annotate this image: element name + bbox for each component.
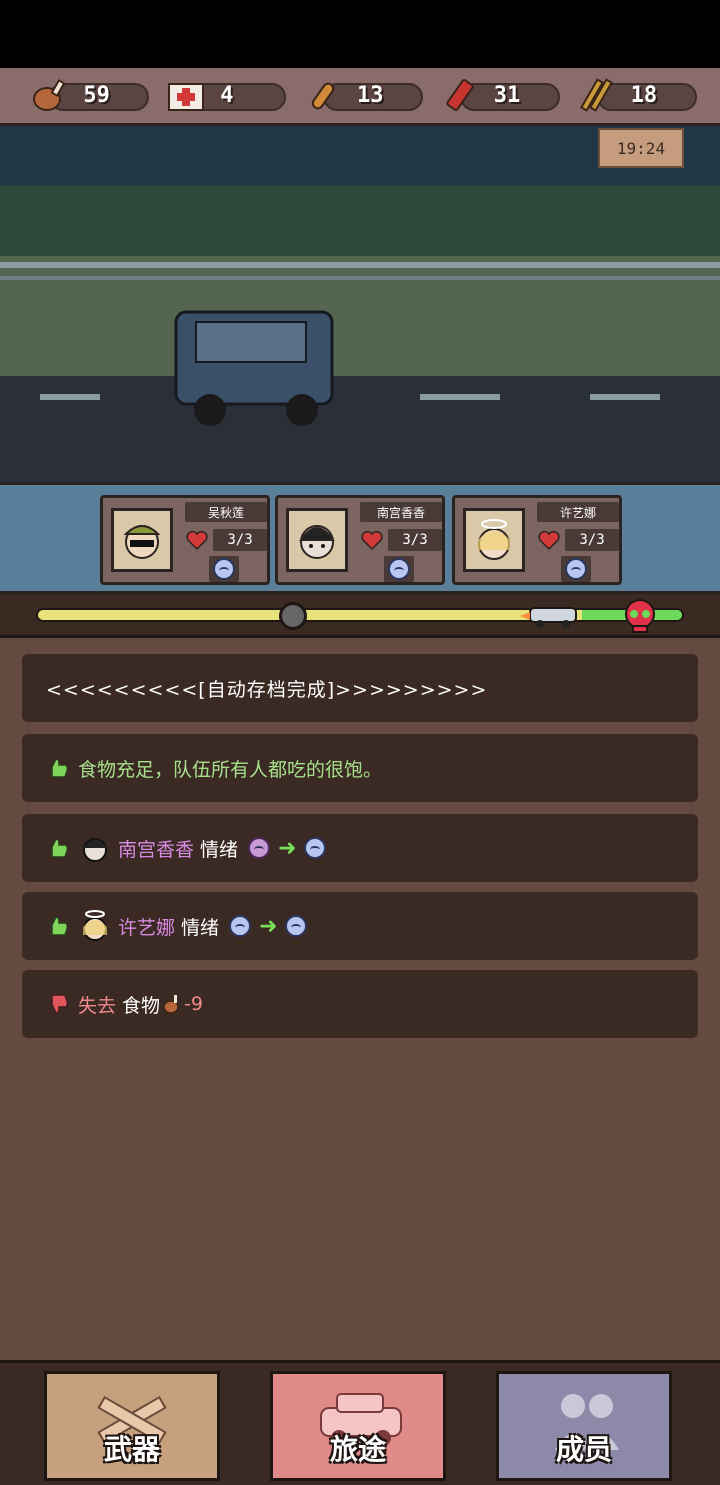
arrow-right-icon: ➜ — [278, 835, 297, 861]
mood-label: 情绪 — [200, 838, 239, 861]
members-label: 成员 — [555, 1433, 612, 1466]
loss-item: 食物 — [122, 994, 161, 1017]
member-name: 南宫香香 — [360, 502, 442, 522]
member-portrait — [463, 508, 525, 572]
rain-and-car-art — [0, 262, 720, 426]
sad-face-icon — [209, 556, 239, 582]
car-icon — [520, 607, 577, 628]
weapons-button[interactable]: 武器 — [44, 1371, 220, 1481]
resource-food: 59 — [27, 78, 150, 113]
leader-avatar-icon — [123, 525, 161, 559]
thumbs-down-icon — [51, 994, 69, 1014]
road-scene — [0, 126, 720, 482]
helmet-avatar-icon — [83, 838, 107, 862]
heart-icon — [186, 530, 208, 551]
bullet-count: 13 — [356, 83, 384, 108]
member-hp-value: 3/3 — [565, 529, 619, 551]
rifle-ammo-icon — [575, 73, 621, 119]
members-button[interactable]: 成员 — [496, 1371, 672, 1481]
food-count: 59 — [83, 83, 110, 108]
heart-icon — [361, 530, 383, 551]
member-name: 南宫香香 — [118, 838, 195, 861]
sad-face-icon — [285, 915, 308, 937]
journey-progress — [0, 594, 720, 638]
medkit-icon — [164, 73, 210, 119]
member-hp-value: 3/3 — [213, 529, 267, 551]
mood-label: 情绪 — [181, 916, 220, 939]
progress-track — [36, 608, 684, 622]
resource-medkit: 4 — [164, 79, 287, 113]
angel-avatar-icon — [83, 910, 107, 941]
loss-value: -9 — [184, 993, 203, 1015]
loss-label: 失去 — [78, 994, 117, 1017]
helmet-avatar-icon — [299, 525, 335, 559]
thumbs-up-icon — [51, 758, 69, 778]
sad-face-icon — [229, 915, 252, 937]
heart-icon — [538, 530, 560, 551]
meat-icon — [163, 995, 179, 1014]
log-entry: 南宫香香 情绪 ➜ — [22, 814, 698, 882]
journey-button[interactable]: 旅途 — [270, 1371, 446, 1481]
autosave-text: <<<<<<<<<[自动存档完成]>>>>>>>>> — [46, 678, 488, 701]
member-hp: 3/3 — [185, 528, 267, 552]
medkit-count: 4 — [220, 83, 234, 108]
member-name: 许艺娜 — [118, 916, 176, 939]
member-hp-value: 3/3 — [388, 529, 442, 551]
sad-face-icon — [384, 556, 414, 582]
party-panel: 吴秋莲 3/3 南宫香香 3/3 许艺娜 3/3 — [0, 482, 720, 594]
thumbs-up-icon — [51, 916, 69, 936]
weapons-label: 武器 — [103, 1433, 160, 1466]
event-log: <<<<<<<<<[自动存档完成]>>>>>>>>> 食物充足，队伍所有人都吃的… — [0, 638, 720, 1360]
shell-count: 31 — [493, 83, 521, 108]
progress-marker — [279, 602, 307, 630]
angry-face-icon — [248, 837, 271, 859]
angel-avatar-icon — [478, 519, 510, 560]
game-clock: 19:24 — [598, 128, 684, 168]
resource-shell: 31 — [438, 78, 560, 113]
member-card[interactable]: 南宫香香 3/3 — [275, 495, 445, 585]
meat-icon — [27, 73, 73, 119]
log-entry: 失去 食物 -9 — [22, 970, 698, 1038]
log-entry: <<<<<<<<<[自动存档完成]>>>>>>>>> — [22, 654, 698, 722]
shotgun-shell-icon — [438, 73, 484, 119]
resource-bullet: 13 — [301, 79, 423, 113]
sad-face-icon — [304, 837, 327, 859]
skull-icon — [625, 599, 655, 633]
log-entry: 许艺娜 情绪 ➜ — [22, 892, 698, 960]
rifle-ammo-count: 18 — [630, 83, 658, 108]
status-bar-area — [0, 0, 720, 68]
arrow-right-icon: ➜ — [259, 913, 278, 939]
sad-face-icon — [561, 556, 591, 582]
member-hp: 3/3 — [360, 528, 442, 552]
member-card[interactable]: 许艺娜 3/3 — [452, 495, 622, 585]
member-portrait — [111, 508, 173, 572]
journey-label: 旅途 — [329, 1433, 386, 1466]
member-name: 许艺娜 — [537, 502, 619, 522]
member-hp: 3/3 — [537, 528, 619, 552]
member-card[interactable]: 吴秋莲 3/3 — [100, 495, 270, 585]
bottom-nav: 武器 旅途 成员 — [0, 1360, 720, 1485]
resource-bar: 59 4 13 31 18 — [0, 68, 720, 126]
resource-rifle-ammo: 18 — [575, 77, 697, 113]
member-name: 吴秋莲 — [185, 502, 267, 522]
food-ok-text: 食物充足，队伍所有人都吃的很饱。 — [78, 758, 383, 781]
member-portrait — [286, 508, 348, 572]
log-entry: 食物充足，队伍所有人都吃的很饱。 — [22, 734, 698, 802]
bullet-icon — [301, 73, 347, 119]
thumbs-up-icon — [51, 838, 69, 858]
